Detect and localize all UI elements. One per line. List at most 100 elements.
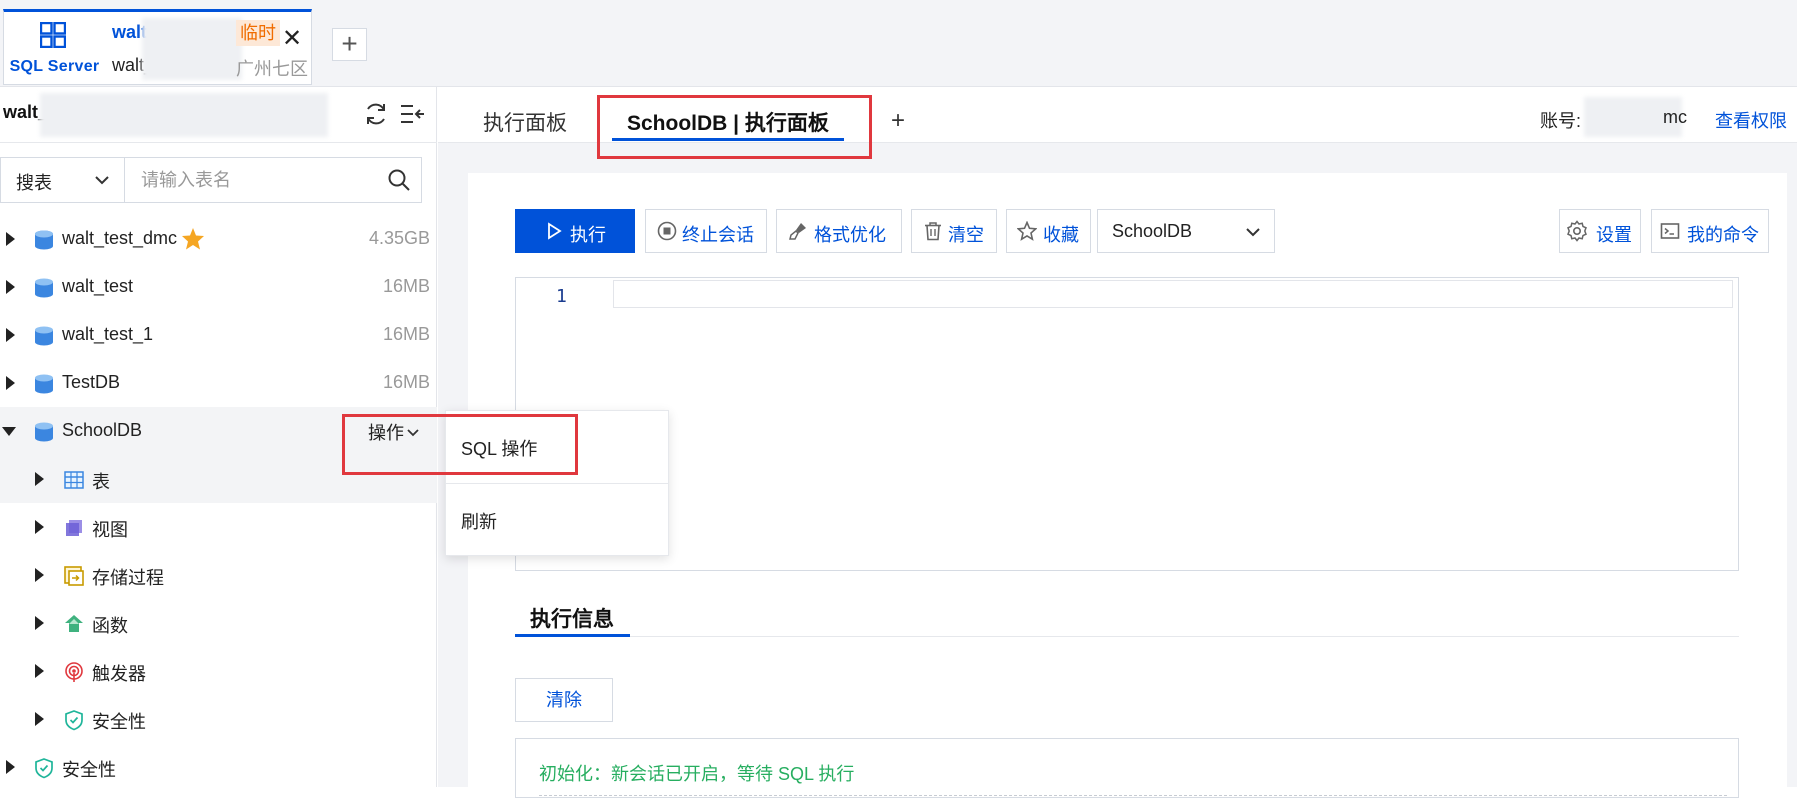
format-button[interactable]: 格式优化 — [776, 209, 902, 253]
tree-item-views[interactable]: 视图 — [0, 503, 437, 551]
tree-item-functions[interactable]: 函数 — [0, 599, 437, 647]
favorite-button[interactable]: 收藏 — [1006, 209, 1091, 253]
active-tab-indicator — [612, 138, 844, 141]
instance-tab[interactable]: SQL Server walt walt_ 广州七区 临时 ✕ — [3, 9, 312, 85]
kill-session-label: 终止会话 — [682, 225, 754, 245]
tree-item-label: 安全性 — [92, 712, 146, 732]
expand-icon[interactable] — [6, 232, 15, 246]
expand-icon[interactable] — [6, 760, 15, 774]
star-icon[interactable] — [181, 227, 205, 251]
menu-item-sql-operation[interactable]: SQL 操作 — [446, 411, 668, 483]
expand-icon[interactable] — [35, 568, 44, 582]
menu-item-refresh[interactable]: 刷新 — [446, 484, 668, 556]
search-type-select[interactable]: 搜表 — [1, 158, 125, 202]
tab-schooldb-execution-panel[interactable]: SchoolDB | 执行面板 — [627, 107, 829, 137]
operation-label: 操作 — [368, 423, 404, 443]
grid-icon — [40, 22, 66, 48]
db-row-schooldb[interactable]: SchoolDB 操作 — [0, 407, 437, 455]
editor-tab-bar: 执行面板 SchoolDB | 执行面板 + 账号: mc 查看权限 — [438, 87, 1797, 143]
my-commands-label: 我的命令 — [1687, 225, 1759, 245]
db-row-walt-test[interactable]: walt_test 16MB — [0, 263, 437, 311]
execution-info-title[interactable]: 执行信息 — [530, 603, 614, 633]
expand-icon[interactable] — [6, 376, 15, 390]
chevron-down-icon — [407, 429, 419, 437]
info-tab-indicator — [515, 634, 630, 637]
sql-editor[interactable]: 1 — [515, 277, 1739, 571]
db-size: 16MB — [382, 372, 430, 392]
db-row-testdb[interactable]: TestDB 16MB — [0, 359, 437, 407]
account-suffix: mc — [1663, 107, 1687, 127]
format-label: 格式优化 — [814, 225, 886, 245]
play-icon — [548, 222, 562, 240]
db-name: walt_test — [62, 276, 134, 296]
kill-session-button[interactable]: 终止会话 — [645, 209, 767, 253]
stop-circle-icon — [657, 221, 677, 241]
db-row-walt-test-dmc[interactable]: walt_test_dmc 4.35GB — [0, 215, 437, 263]
add-tab-button[interactable]: + — [891, 107, 905, 135]
view-permission-link[interactable]: 查看权限 — [1715, 107, 1787, 133]
trigger-icon — [65, 662, 83, 682]
app-name: SQL Server — [9, 58, 100, 75]
account-label: 账号: — [1540, 111, 1582, 131]
db-name: walt_test_1 — [62, 324, 154, 344]
sql-server-app[interactable]: SQL Server — [4, 12, 105, 85]
brush-icon — [789, 223, 806, 240]
expand-icon[interactable] — [6, 280, 15, 294]
table-search: 搜表 — [0, 157, 422, 203]
view-icon — [66, 520, 82, 536]
run-button[interactable]: 执行 — [515, 209, 635, 253]
tree-item-triggers[interactable]: 触发器 — [0, 647, 437, 695]
close-icon[interactable]: ✕ — [282, 27, 302, 51]
gear-icon — [1567, 220, 1587, 242]
database-icon — [35, 326, 53, 346]
run-label: 执行 — [570, 225, 606, 245]
clear-log-button[interactable]: 清除 — [515, 678, 613, 722]
procedure-icon — [64, 566, 84, 586]
tree-item-label: 表 — [92, 472, 110, 492]
tree-item-root-security[interactable]: 安全性 — [0, 743, 437, 791]
tree-item-label: 函数 — [92, 616, 128, 636]
expand-icon[interactable] — [35, 520, 44, 534]
db-size: 4.35GB — [368, 228, 430, 248]
menu-item-label: 刷新 — [461, 512, 497, 532]
database-icon — [35, 374, 53, 394]
tree-item-tables[interactable]: 表 — [0, 455, 437, 503]
refresh-icon[interactable] — [363, 101, 389, 127]
collapse-icon[interactable] — [399, 101, 425, 127]
search-icon[interactable] — [387, 168, 411, 192]
collapse-caret-icon[interactable] — [2, 427, 16, 436]
sidebar: walt_ 搜表 walt_test_dmc 4.35GB — [0, 87, 437, 787]
table-icon — [64, 471, 84, 489]
table-search-input[interactable] — [125, 158, 380, 202]
db-name: SchoolDB — [62, 420, 143, 440]
tab-execution-panel[interactable]: 执行面板 — [483, 107, 567, 137]
tree-item-label: 触发器 — [92, 664, 146, 684]
redacted-area — [142, 18, 242, 80]
current-line[interactable] — [613, 280, 1733, 308]
database-select-value: SchoolDB — [1112, 221, 1193, 241]
database-select[interactable]: SchoolDB — [1097, 209, 1275, 253]
search-type-label: 搜表 — [16, 173, 52, 193]
expand-icon[interactable] — [35, 472, 44, 486]
tree-item-procedures[interactable]: 存储过程 — [0, 551, 437, 599]
shield-icon — [65, 710, 83, 731]
db-size: 16MB — [382, 276, 430, 296]
tree-item-security[interactable]: 安全性 — [0, 695, 437, 743]
instance-tab-bar: SQL Server walt walt_ 广州七区 临时 ✕ + — [0, 0, 1797, 87]
terminal-icon — [1660, 223, 1680, 239]
operation-menu-trigger[interactable]: 操作 — [368, 419, 419, 445]
chevron-down-icon — [1246, 228, 1260, 237]
add-instance-button[interactable]: + — [332, 28, 367, 61]
expand-icon[interactable] — [6, 328, 15, 342]
my-commands-button[interactable]: 我的命令 — [1651, 209, 1769, 253]
expand-icon[interactable] — [35, 616, 44, 630]
expand-icon[interactable] — [35, 712, 44, 726]
clear-editor-button[interactable]: 清空 — [911, 209, 997, 253]
db-row-walt-test-1[interactable]: walt_test_1 16MB — [0, 311, 437, 359]
expand-icon[interactable] — [35, 664, 44, 678]
db-size: 16MB — [382, 324, 430, 344]
settings-button[interactable]: 设置 — [1559, 209, 1641, 253]
chevron-down-icon — [95, 176, 109, 185]
database-icon — [35, 278, 53, 298]
database-icon — [35, 422, 53, 442]
